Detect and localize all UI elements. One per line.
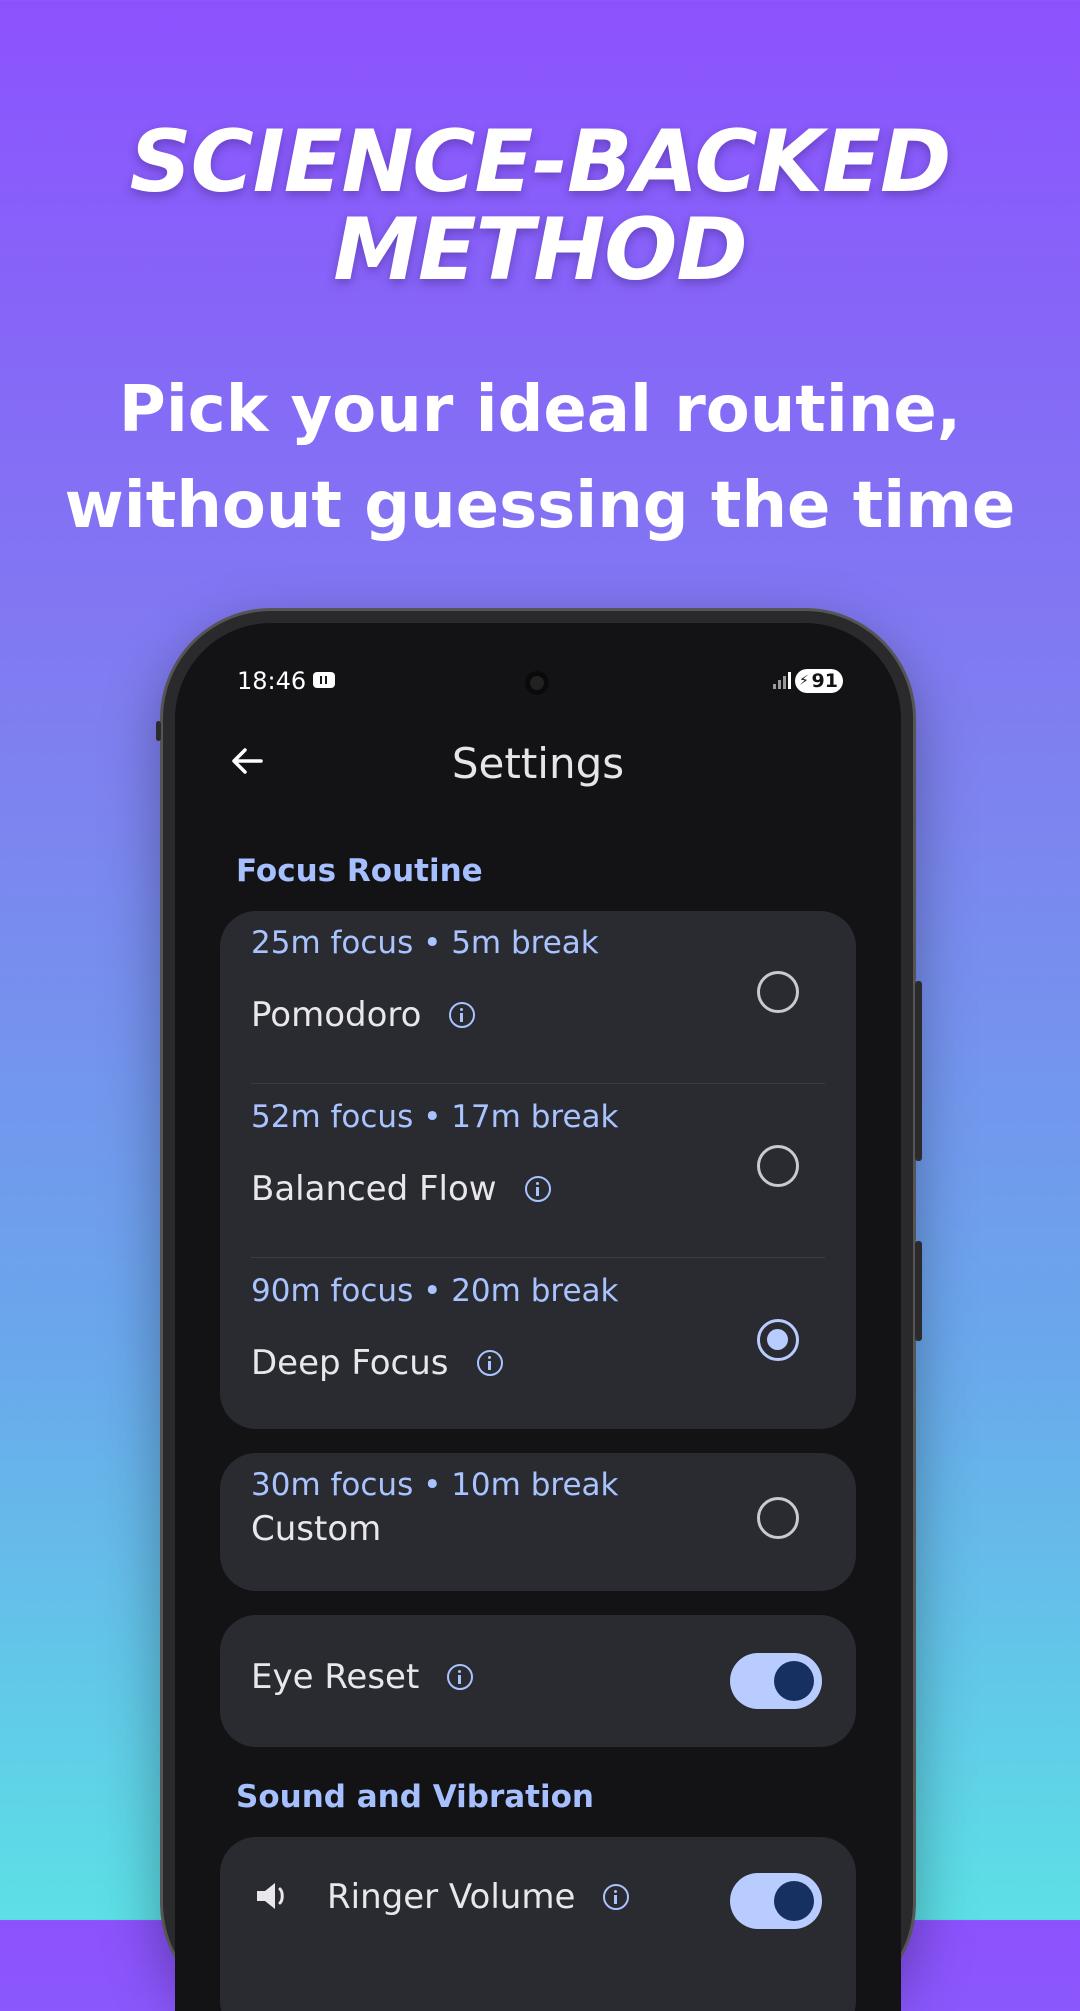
eye-reset-label-row: Eye Reset — [251, 1657, 474, 1697]
divider — [251, 1257, 825, 1258]
subheadline-line-1: Pick your ideal routine, — [118, 373, 962, 447]
headline-line-1: SCIENCE-BACKED — [129, 112, 952, 212]
headline: SCIENCE-BACKED METHOD — [0, 118, 1080, 294]
section-title-focus-routine: Focus Routine — [236, 853, 483, 889]
phone-frame: 18:46 91 Settings Focus Routine 25m focu… — [156, 611, 922, 2011]
radio-button-selected[interactable] — [757, 1319, 799, 1361]
info-icon[interactable] — [476, 1349, 503, 1376]
subheadline: Pick your ideal routine, without guessin… — [0, 362, 1080, 554]
divider — [251, 1083, 825, 1084]
ringer-volume-label-row: Ringer Volume — [327, 1877, 630, 1917]
phone-power-button — [915, 981, 922, 1161]
routine-name-row: Balanced Flow — [251, 1169, 551, 1209]
routine-option-custom[interactable]: 30m focus • 10m break Custom — [220, 1453, 856, 1591]
info-icon[interactable] — [524, 1175, 551, 1202]
routine-name: Pomodoro — [251, 995, 422, 1035]
radio-button[interactable] — [757, 971, 799, 1013]
section-title-sound-vibration: Sound and Vibration — [236, 1779, 594, 1815]
routine-options-card: 25m focus • 5m break Pomodoro 52m focus … — [220, 911, 856, 1429]
ringer-volume-label: Ringer Volume — [327, 1877, 576, 1917]
subheadline-line-2: without guessing the time — [64, 469, 1016, 543]
media-indicator-icon — [313, 672, 335, 688]
routine-meta: 90m focus • 20m break — [251, 1273, 619, 1309]
battery-icon: 91 — [795, 669, 843, 693]
speaker-icon — [257, 1883, 284, 1909]
status-time: 18:46 — [237, 667, 307, 695]
eye-reset-toggle[interactable] — [730, 1653, 822, 1709]
routine-name-row: Deep Focus — [251, 1343, 503, 1383]
routine-option-deep-focus[interactable]: 90m focus • 20m break Deep Focus — [220, 1259, 856, 1433]
battery-level: 91 — [811, 670, 838, 692]
routine-option-pomodoro[interactable]: 25m focus • 5m break Pomodoro — [220, 911, 856, 1085]
info-icon[interactable] — [449, 1001, 476, 1028]
phone-side-button-left — [156, 721, 161, 741]
signal-icon — [773, 671, 793, 689]
routine-name: Balanced Flow — [251, 1169, 497, 1209]
routine-name-row: Pomodoro — [251, 995, 476, 1035]
routine-name: Deep Focus — [251, 1343, 449, 1383]
routine-meta: 30m focus • 10m break — [251, 1467, 619, 1503]
front-camera — [525, 671, 549, 695]
headline-line-2: METHOD — [333, 200, 747, 300]
info-icon[interactable] — [447, 1663, 474, 1690]
eye-reset-row[interactable]: Eye Reset — [220, 1615, 856, 1747]
ringer-volume-row[interactable]: Ringer Volume — [220, 1837, 856, 2011]
page-title: Settings — [451, 739, 625, 788]
routine-option-balanced-flow[interactable]: 52m focus • 17m break Balanced Flow — [220, 1085, 856, 1259]
routine-meta: 25m focus • 5m break — [251, 925, 599, 961]
info-icon[interactable] — [603, 1883, 630, 1910]
eye-reset-label: Eye Reset — [251, 1657, 420, 1697]
radio-button[interactable] — [757, 1497, 799, 1539]
phone-screen: 18:46 91 Settings Focus Routine 25m focu… — [175, 623, 901, 2011]
radio-button[interactable] — [757, 1145, 799, 1187]
phone-volume-button — [915, 1241, 922, 1341]
routine-meta: 52m focus • 17m break — [251, 1099, 619, 1135]
ringer-volume-toggle[interactable] — [730, 1873, 822, 1929]
routine-name: Custom — [251, 1509, 382, 1549]
